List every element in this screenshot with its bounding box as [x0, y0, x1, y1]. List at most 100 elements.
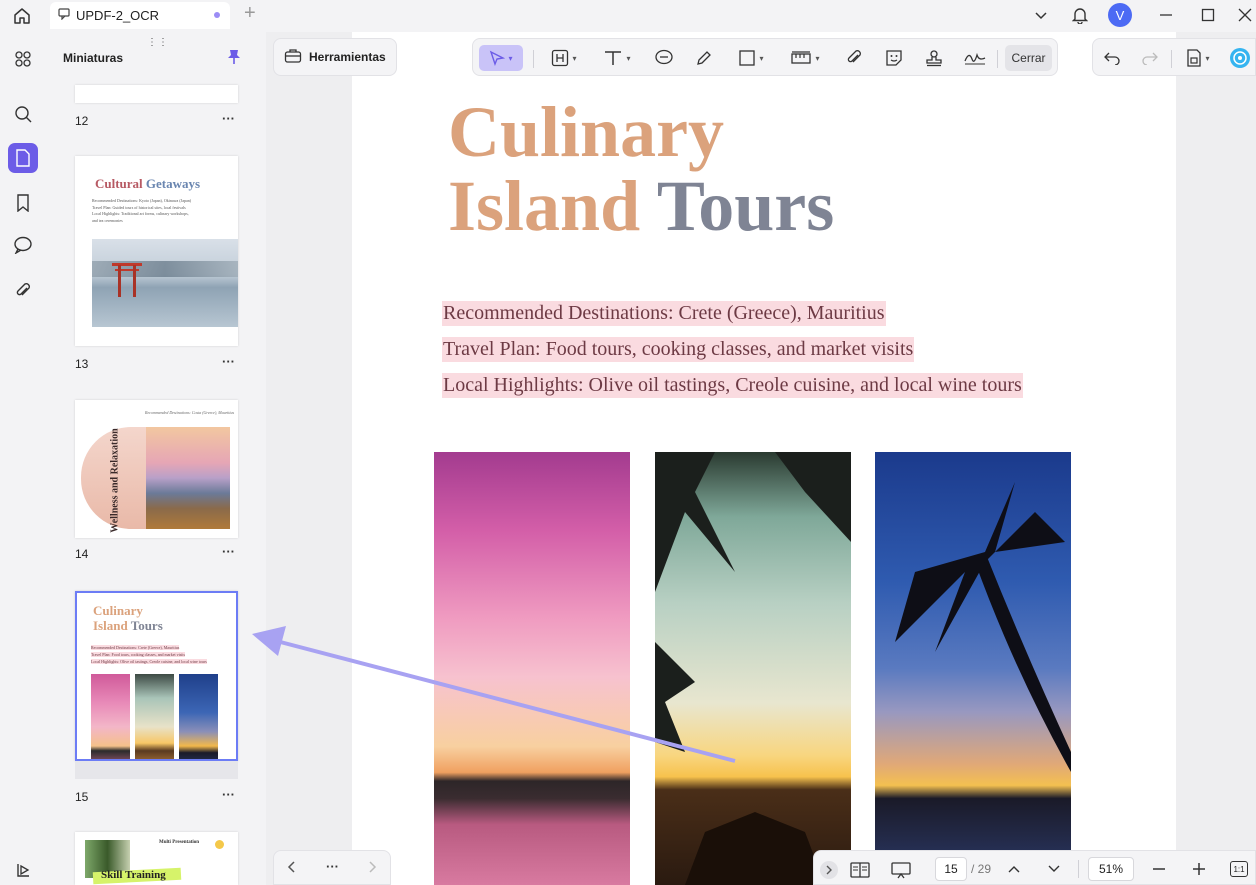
title-bar: UPDF-2_OCR + V — [0, 0, 1256, 32]
new-tab-button[interactable]: + — [244, 3, 262, 24]
presentation-icon[interactable] — [890, 861, 912, 884]
doc-text-line: Travel Plan: Food tours, cooking classes… — [442, 337, 915, 362]
chevron-right-icon[interactable] — [366, 860, 378, 879]
thumbnails-icon[interactable] — [8, 143, 38, 173]
stamp-tool-icon[interactable] — [919, 45, 949, 71]
actual-size-button[interactable]: 1:1 — [1230, 861, 1248, 877]
measure-tool-button[interactable]: ▾ — [781, 45, 829, 71]
home-icon[interactable] — [8, 4, 36, 28]
text-tool-button[interactable]: ▾ — [595, 45, 639, 71]
tools-label: Herramientas — [309, 50, 386, 64]
zoom-out-icon[interactable] — [1152, 862, 1166, 881]
zoom-level-input[interactable]: 51% — [1088, 857, 1134, 881]
doc-title-line2: Island Tours — [448, 170, 834, 242]
chevron-up-icon[interactable] — [1007, 862, 1021, 880]
pencil-tool-button[interactable] — [689, 45, 719, 71]
tab-comment-icon — [58, 8, 70, 23]
doc-title-tours: Tours — [656, 166, 835, 246]
thumb-title-a: Cultural — [95, 176, 143, 191]
page-more-button[interactable]: ··· — [222, 111, 235, 126]
avatar[interactable]: V — [1108, 3, 1132, 27]
pin-icon[interactable] — [227, 49, 241, 70]
tools-button[interactable]: Herramientas — [273, 38, 397, 76]
thumb-badge — [215, 840, 224, 849]
toolbox-icon — [284, 48, 302, 67]
attachment-tool-icon[interactable] — [839, 45, 869, 71]
thumb-photo — [179, 674, 218, 759]
select-tool-button[interactable]: ▾ — [479, 45, 523, 71]
page-thumbnail[interactable] — [75, 85, 238, 103]
bell-icon[interactable] — [1070, 4, 1090, 26]
attachment-icon[interactable] — [8, 276, 38, 306]
divider — [1078, 860, 1079, 878]
doc-title-island: Island — [448, 166, 641, 246]
page-more-button[interactable]: ··· — [222, 354, 235, 369]
page-thumbnail[interactable]: Multi Presentation Skill Training — [75, 832, 238, 885]
thumb-photo — [91, 674, 130, 759]
save-icon[interactable]: ▾ — [1179, 45, 1217, 71]
divider — [997, 50, 998, 68]
left-rail — [0, 32, 48, 885]
sunset-field-photo — [146, 427, 230, 529]
thumb-text-line: Travel Plan: Food tours, cooking classes… — [91, 652, 186, 657]
divider — [533, 50, 534, 68]
signature-tool-icon[interactable] — [959, 45, 991, 71]
page-more-button[interactable]: ··· — [222, 787, 235, 802]
undo-icon[interactable] — [1101, 45, 1123, 71]
chevron-down-icon[interactable] — [1047, 862, 1061, 880]
thumb-heading: Multi Presentation — [159, 840, 200, 845]
thumb-side-title: Wellness and Relaxation — [109, 427, 121, 533]
zoom-in-icon[interactable] — [1192, 862, 1206, 881]
page-number: 12 — [75, 114, 89, 128]
thumb-title: Skill Training — [101, 869, 166, 881]
organize-pages-icon[interactable] — [8, 44, 38, 74]
thumb-title-a: Culinary — [93, 603, 143, 618]
comments-icon[interactable] — [8, 230, 38, 260]
close-window-icon[interactable] — [1236, 4, 1254, 26]
comment-tool-button[interactable] — [649, 45, 679, 71]
page-thumbnail[interactable]: Recommended Destinations: Costa (Greece)… — [75, 400, 238, 538]
page-more-button[interactable]: ··· — [222, 544, 235, 559]
page-thumbnail[interactable]: Cultural Getaways Recommended Destinatio… — [75, 156, 238, 346]
selection-shadow — [75, 761, 238, 779]
panel-title: Miniaturas — [63, 51, 124, 65]
doc-text-line: Recommended Destinations: Crete (Greece)… — [442, 301, 886, 326]
document-tab[interactable]: UPDF-2_OCR — [50, 2, 230, 29]
page-thumbnail-selected[interactable]: Culinary Island Tours Recommended Destin… — [75, 591, 238, 761]
shape-tool-button[interactable]: ▾ — [729, 45, 773, 71]
torii-photo — [92, 239, 238, 327]
thumb-caption: Recommended Destinations: Costa (Greece)… — [145, 410, 235, 415]
thumb-title-b: Getaways — [145, 176, 201, 191]
expand-statusbar-icon[interactable] — [820, 861, 838, 879]
layers-icon[interactable] — [8, 855, 38, 885]
panel-drag-handle[interactable]: ⋮⋮ — [147, 37, 169, 48]
maximize-icon[interactable] — [1198, 4, 1218, 26]
page-number: 14 — [75, 547, 89, 561]
annotation-toolbar: ▾ ▾ ▾ ▾ ▾ Cerrar — [472, 38, 1058, 76]
doc-title-line1: Culinary — [448, 92, 725, 172]
thumb-title-c: Tours — [130, 618, 163, 633]
history-toolbar: ▾ — [1092, 38, 1256, 76]
page-layout-icon[interactable] — [850, 861, 870, 884]
chevron-left-icon[interactable] — [286, 860, 298, 879]
redo-icon[interactable] — [1139, 45, 1161, 71]
page-nav-left-bar: ··· — [273, 850, 391, 885]
arrow-annotation-icon — [252, 626, 736, 763]
divider — [1171, 50, 1172, 68]
tab-title: UPDF-2_OCR — [76, 8, 160, 23]
minimize-icon[interactable] — [1156, 4, 1176, 26]
close-tools-button[interactable]: Cerrar — [1005, 45, 1052, 71]
thumb-photo — [135, 674, 174, 759]
current-page-input[interactable]: 15 — [935, 857, 967, 881]
sticker-tool-icon[interactable] — [879, 45, 909, 71]
thumb-text-line: Recommended Destinations: Crete (Greece)… — [91, 645, 180, 650]
bookmark-icon[interactable] — [8, 188, 38, 218]
thumb-text-line: Local Highlights: Olive oil tastings, Cr… — [91, 659, 207, 664]
more-options-button[interactable]: ··· — [326, 859, 339, 874]
thumb-text-line: and tea ceremonies — [92, 217, 123, 223]
highlight-tool-button[interactable]: ▾ — [543, 45, 585, 71]
search-icon[interactable] — [8, 99, 38, 129]
chevron-down-icon[interactable] — [1032, 4, 1050, 26]
ai-assistant-icon[interactable] — [1227, 45, 1253, 71]
unsaved-dot-icon — [214, 12, 220, 18]
